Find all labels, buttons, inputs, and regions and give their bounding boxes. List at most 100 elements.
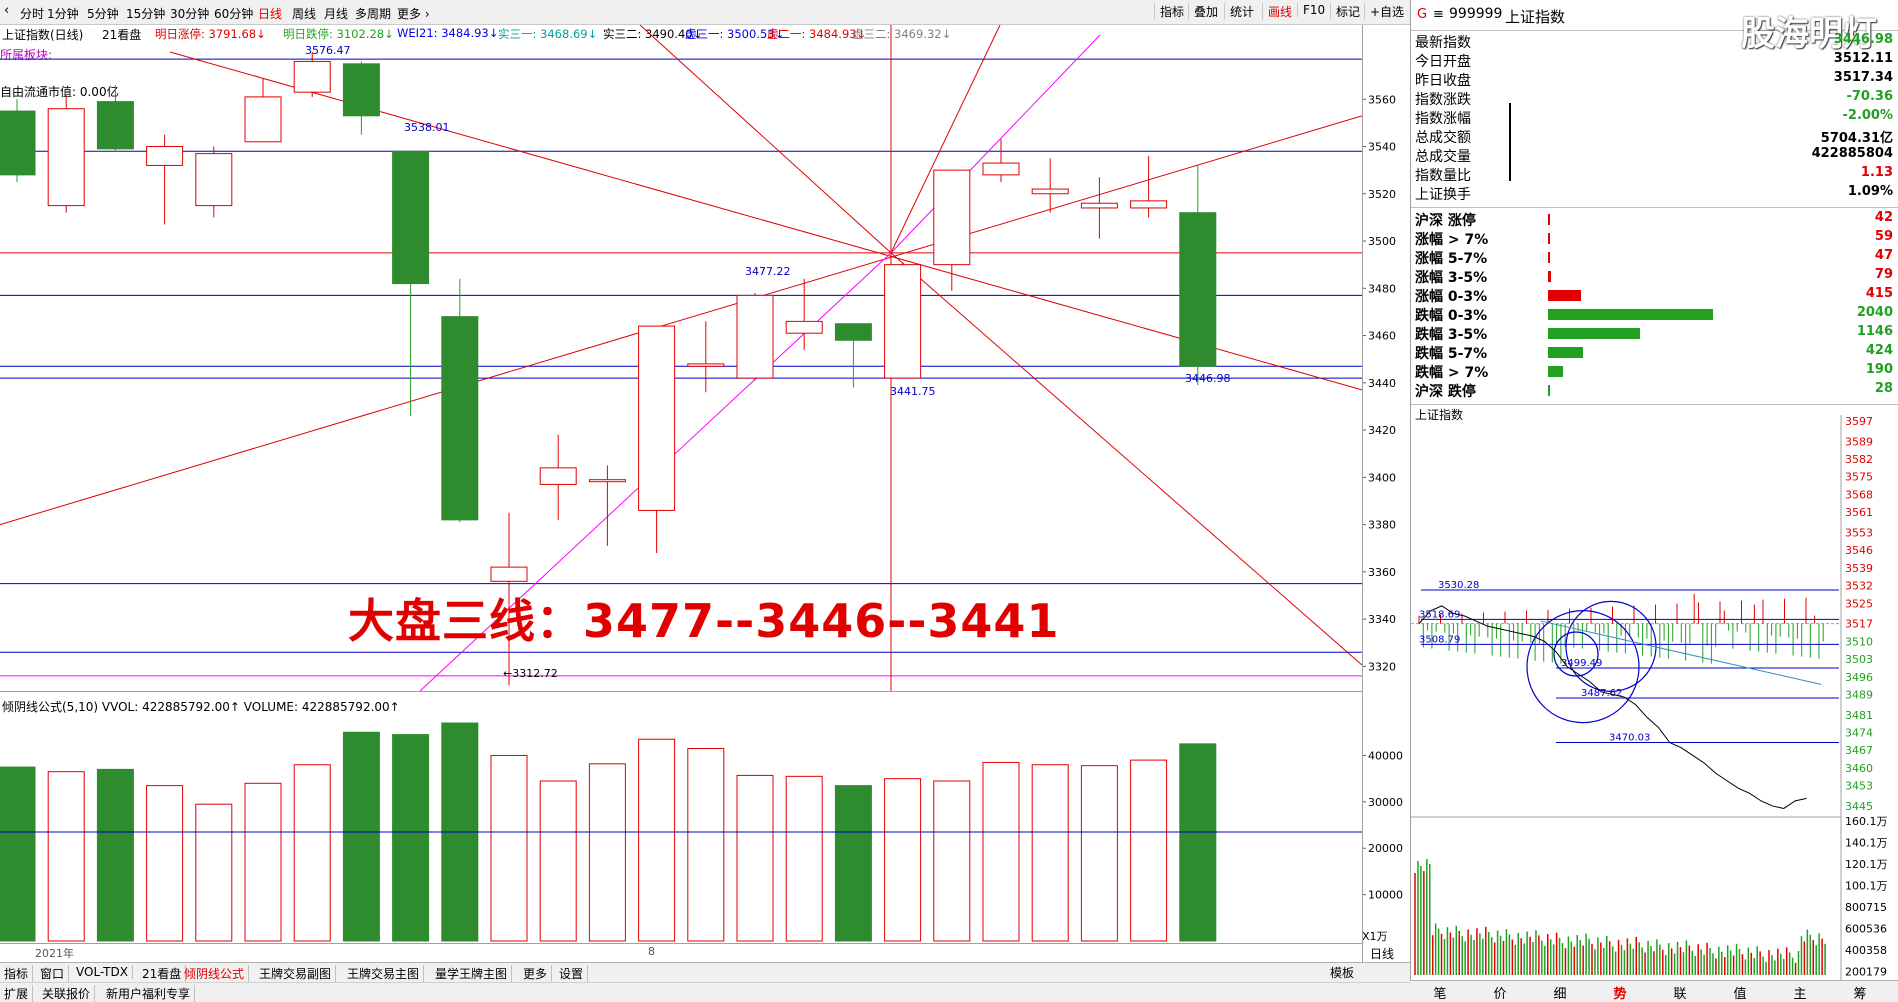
intraday-chart[interactable]: 3597 3589 3582 3575 3568 3561 3553 3546 3539 3532… (1411, 415, 1898, 980)
intraday-label-0: 3530.28 (1438, 580, 1479, 591)
quote-tab-7[interactable]: 筹 (1830, 983, 1890, 1002)
candle-19 (933, 169, 971, 291)
breadth-bar-5 (1548, 309, 1713, 320)
quote-value-8: 1.09% (1847, 184, 1893, 199)
quote-tab-6[interactable]: 主 (1770, 983, 1830, 1002)
breadth-value-0: 42 (1874, 210, 1893, 225)
breadth-bar-7 (1548, 347, 1583, 358)
candle-body-12 (588, 479, 626, 483)
candle-body-14 (687, 363, 725, 367)
quote-tab-1[interactable]: 价 (1470, 983, 1530, 1002)
intraday-vol-tick-5: 600536 (1845, 923, 1887, 936)
quote-label-8: 上证换手 (1415, 187, 1471, 203)
quote-label-0: 最新指数 (1415, 35, 1471, 51)
quote-row-3: 指数涨跌 -70.36 (1415, 89, 1895, 108)
quote-value-2: 3517.34 (1833, 70, 1893, 85)
quote-row-1: 今日开盘 3512.11 (1415, 51, 1895, 70)
quote-tab-5[interactable]: 值 (1710, 983, 1770, 1002)
intraday-tick-5: 3561 (1845, 506, 1873, 519)
toolbar-button-2[interactable]: 统计 (1224, 3, 1259, 20)
bottom-tab-1[interactable]: 窗口 (36, 965, 70, 982)
candle-7 (342, 61, 380, 135)
bottom-tab-4[interactable]: 倾阴线公式 (180, 965, 250, 982)
candle-2 (96, 85, 134, 152)
period-6[interactable]: 日线 (258, 5, 282, 22)
toolbar-button-0[interactable]: 指标 (1154, 3, 1189, 20)
quote-label-2: 昨日收盘 (1415, 73, 1471, 89)
candle-body-9 (441, 316, 479, 521)
bottom-tab-2[interactable]: VOL-TDX (72, 965, 133, 979)
label-p1: 3538.01 (404, 121, 450, 134)
volume-bar-14 (687, 748, 725, 942)
bottom-tab-8[interactable]: 更多 (519, 965, 553, 982)
bottom-tab-7[interactable]: 量学王牌主图 (431, 965, 513, 982)
price-tick-label-5: 3420 (1368, 424, 1396, 437)
breadth-bar-4 (1548, 290, 1581, 301)
period-2[interactable]: 5分钟 (87, 5, 119, 22)
breadth-label-2: 涨幅 5-7% (1415, 251, 1488, 267)
candle-0 (0, 99, 36, 182)
quote-tab-3[interactable]: 势 (1590, 983, 1650, 1002)
period-5[interactable]: 60分钟 (214, 5, 253, 22)
candle-16 (785, 278, 823, 350)
period-4[interactable]: 30分钟 (170, 5, 209, 22)
volume-bar-1 (47, 771, 85, 942)
breadth-bar-6 (1548, 328, 1640, 339)
bottom-tab-5[interactable]: 王牌交易副图 (255, 965, 337, 982)
toolbar-button-3[interactable]: 画线 (1262, 3, 1297, 20)
bottom-tab-0[interactable]: 指标 (0, 965, 34, 982)
toolbar-button-4[interactable]: F10 (1297, 3, 1330, 17)
quote-row-7: 指数量比 1.13 (1415, 165, 1895, 184)
price-tick-label-7: 3460 (1368, 330, 1396, 343)
period-7[interactable]: 周线 (292, 5, 316, 22)
volume-bar-20 (982, 761, 1020, 942)
bottom-tab-9[interactable]: 设置 (555, 965, 589, 982)
intraday-label-2: 3508.79 (1419, 634, 1460, 645)
intraday-tick-9: 3532 (1845, 580, 1873, 593)
candle-14 (687, 321, 725, 393)
candle-22 (1080, 177, 1118, 239)
candle-body-22 (1080, 202, 1118, 209)
period-9[interactable]: 多周期 (355, 5, 391, 22)
price-axis: 3320 3340 3360 3380 3400 3420 3440 3460 3480 3500… (1362, 93, 1396, 673)
volume-chart[interactable] (0, 715, 1362, 943)
quote-tab-4[interactable]: 联 (1650, 983, 1710, 1002)
intraday-tick-4: 3568 (1845, 488, 1873, 501)
menu-icon[interactable]: ≡ (1433, 7, 1444, 22)
breadth-value-6: 1146 (1856, 324, 1893, 339)
breadth-row-5: 跌幅 0-3% 2040 (1415, 305, 1895, 324)
extension-tab-0[interactable]: 扩展 (0, 985, 34, 1002)
toolbar-button-1[interactable]: 叠加 (1188, 3, 1223, 20)
volume-bar-4 (195, 803, 233, 942)
intraday-tick-18: 3467 (1845, 744, 1873, 757)
back-icon[interactable]: ‹ (4, 3, 9, 18)
intraday-vol-tick-2: 120.1万 (1845, 858, 1888, 871)
quote-row-0: 最新指数 3446.98 (1415, 32, 1895, 51)
toolbar-button-6[interactable]: +自选 (1364, 3, 1409, 20)
breadth-divider (1411, 404, 1898, 405)
bottom-tab-6[interactable]: 王牌交易主图 (343, 965, 425, 982)
period-0[interactable]: 分时 (20, 5, 44, 22)
extension-tab-1[interactable]: 关联报价 (38, 985, 96, 1002)
price-tick-label-0: 3320 (1368, 660, 1396, 673)
toolbar-button-5[interactable]: 标记 (1330, 3, 1365, 20)
quote-value-7: 1.13 (1860, 165, 1893, 180)
quote-label-3: 指数涨跌 (1415, 92, 1471, 108)
period-10[interactable]: 更多 › (397, 5, 430, 22)
quote-row-6: 总成交量 422885804 (1415, 146, 1895, 165)
intraday-tick-10: 3525 (1845, 597, 1873, 610)
template-button[interactable]: 模板 (1330, 964, 1354, 981)
quote-tab-2[interactable]: 细 (1530, 983, 1590, 1002)
intraday-price-line (1418, 605, 1807, 810)
quote-tab-0[interactable]: 笔 (1410, 983, 1470, 1002)
period-1[interactable]: 1分钟 (47, 5, 79, 22)
period-3[interactable]: 15分钟 (126, 5, 165, 22)
extension-tab-2[interactable]: 新用户福利专享 (102, 985, 196, 1002)
breadth-bar-0 (1548, 214, 1550, 225)
breadth-row-8: 跌幅 > 7% 190 (1415, 362, 1895, 381)
quote-label-5: 总成交额 (1415, 130, 1471, 146)
quote-label-7: 指数量比 (1415, 168, 1471, 184)
volume-bar-5 (244, 782, 282, 942)
period-8[interactable]: 月线 (324, 5, 348, 22)
indicator-tabs: 指标 窗口 VOL-TDX 21看盘 倾阴线公式 王牌交易副图 王牌交易主图 量学王牌主图 更多… (0, 962, 1410, 983)
